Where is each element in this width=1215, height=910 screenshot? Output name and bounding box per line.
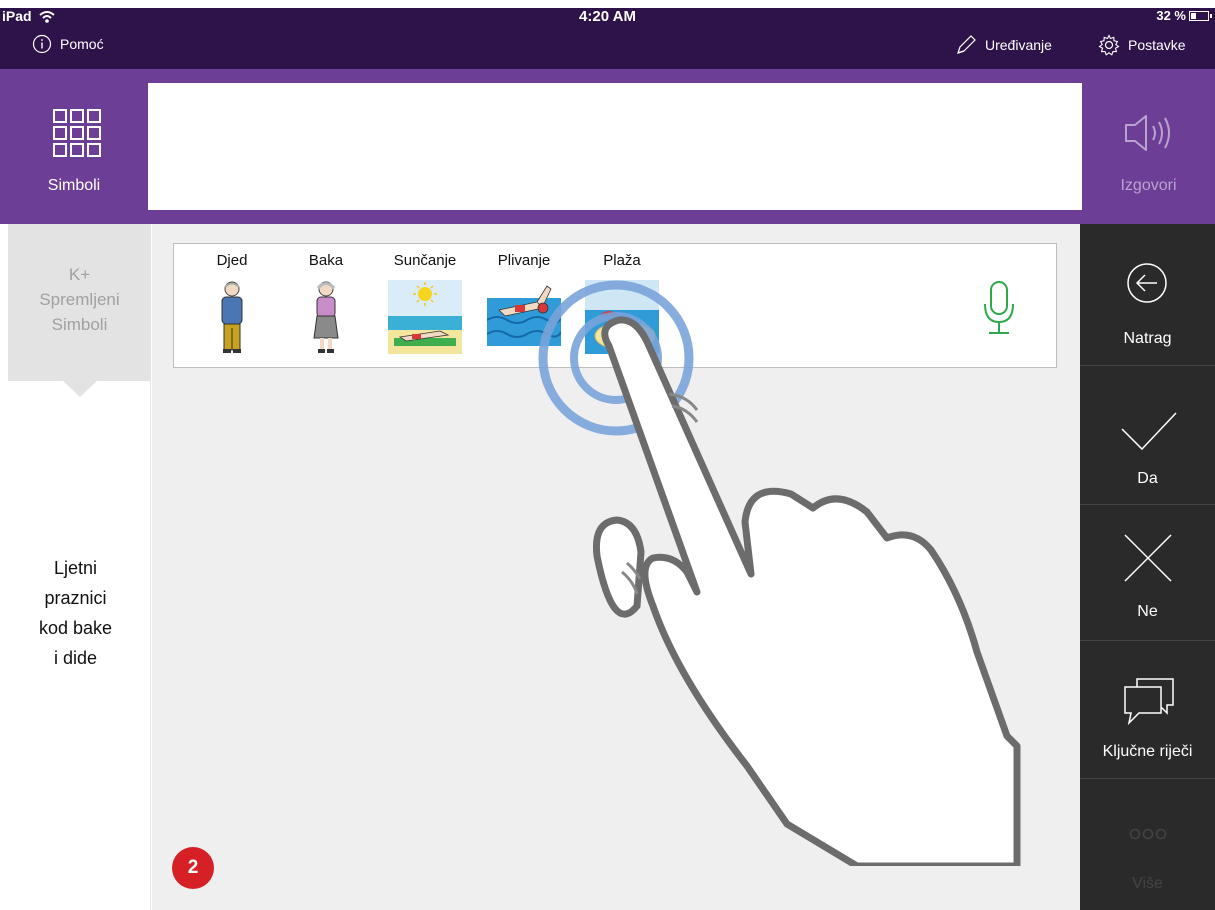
battery-indicator: 32 % [1156,8,1212,23]
grandmother-icon [313,281,339,353]
no-label: Ne [1137,603,1158,620]
speaker-icon [1125,115,1170,151]
main-area: Djed Baka Sunčanje Plivanje Plaža 2 [152,224,1080,910]
yes-label: Da [1137,470,1158,487]
gear-icon [1098,34,1120,56]
symbol-label: Sunčanje [393,252,457,269]
symbols-label: Simboli [47,177,101,194]
story-title-line: i dide [53,648,98,668]
symbol-label: Baka [308,252,344,269]
symbol-label: Djed [216,252,248,269]
page-number-badge: 2 [172,847,214,889]
no-button[interactable]: Ne [1080,505,1215,641]
symbol-card[interactable]: Sunčanje [382,252,468,354]
symbol-label: Plivanje [497,252,551,269]
saved-symbols-line: K+ [68,265,91,284]
settings-button[interactable]: Postavke [1098,34,1186,56]
settings-label: Postavke [1128,37,1186,53]
speak-button[interactable]: Izgovori [1082,69,1215,224]
info-icon [32,34,52,54]
right-rail: Natrag Da Ne Ključne riječi Više [1080,224,1215,910]
left-panel: K+ Spremljeni Simboli Ljetni praznici ko… [0,224,151,910]
chat-bubbles-icon [1124,678,1174,726]
back-arrow-icon [1127,263,1167,303]
edit-label: Uređivanje [985,37,1052,53]
symbol-label: Plaža [603,252,641,269]
more-label: Više [1132,875,1163,892]
story-title[interactable]: Ljetni praznici kod bake i dide [0,553,151,673]
yes-button[interactable]: Da [1080,366,1215,505]
pencil-icon [957,35,976,54]
help-button[interactable]: Pomoć [32,34,104,54]
back-button[interactable]: Natrag [1080,224,1215,366]
help-label: Pomoć [60,36,104,52]
message-bar[interactable] [148,83,1082,210]
saved-symbols-tab[interactable]: K+ Spremljeni Simboli [8,224,151,397]
grid-icon [53,109,101,159]
story-title-line: praznici [44,588,107,608]
status-bar: iPad 4:20 AM 32 % Pomoć Uređivanje Posta… [0,8,1215,69]
battery-icon [1189,10,1212,21]
edit-button[interactable]: Uređivanje [955,34,1052,56]
more-button[interactable]: Više [1080,779,1215,910]
story-title-line: Ljetni [53,558,98,578]
tap-gesture-hand-illustration [538,280,1021,866]
grandfather-icon [221,281,243,353]
symbol-card[interactable]: Djed [198,252,266,354]
speak-label: Izgovori [1120,177,1177,194]
symbol-card[interactable]: Baka [296,252,356,354]
clock: 4:20 AM [579,8,636,25]
saved-symbols-line: Simboli [51,315,108,334]
close-icon [1124,534,1172,582]
symbols-button[interactable]: Simboli [0,69,148,224]
header-bar: Simboli Izgovori [0,69,1215,224]
keywords-label: Ključne riječi [1102,743,1193,760]
saved-symbols-line: Spremljeni [39,290,120,309]
back-label: Natrag [1123,330,1172,347]
story-title-line: kod bake [38,618,113,638]
battery-percent: 32 % [1156,8,1186,23]
keywords-button[interactable]: Ključne riječi [1080,641,1215,779]
sunbathing-icon [388,280,462,354]
more-dots-icon [1129,828,1167,840]
checkmark-icon [1121,412,1177,451]
